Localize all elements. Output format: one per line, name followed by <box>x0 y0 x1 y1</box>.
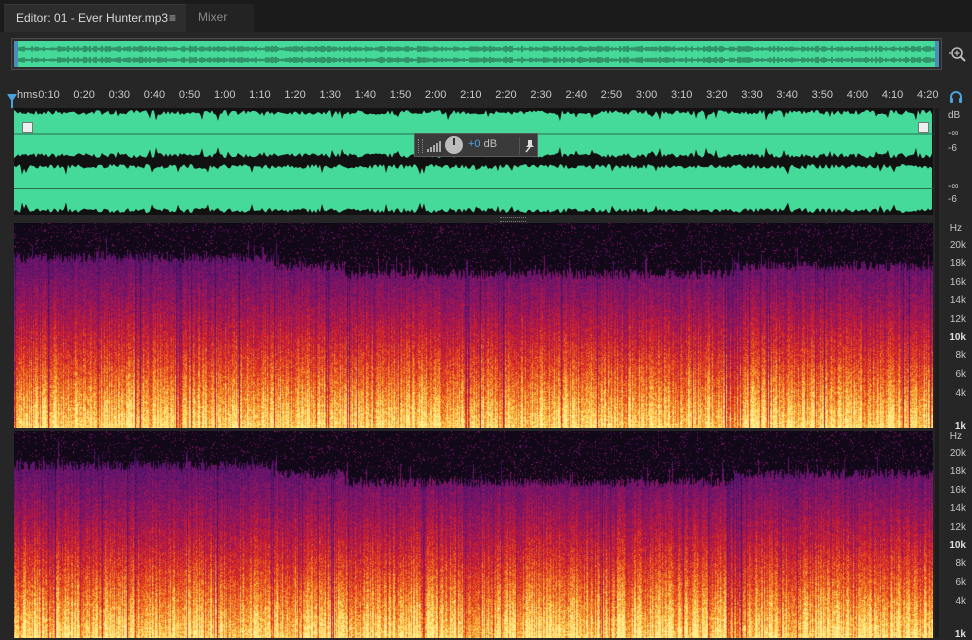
tab-editor-label: Editor: 01 - Ever Hunter.mp3 <box>16 11 169 25</box>
time-tick-label: 2:20 <box>495 89 517 101</box>
time-tick-label: 0:10 <box>38 89 60 101</box>
waveform-channels <box>14 108 933 215</box>
hz-tick-label: 10k <box>949 332 966 343</box>
gain-value: +0 <box>468 138 481 150</box>
zoom-navigator-icon[interactable] <box>948 44 968 64</box>
time-tick-label: 4:20 <box>917 89 939 101</box>
waveform-display[interactable] <box>14 108 933 215</box>
hz-tick-label: 18k <box>949 258 966 269</box>
time-tick-label: 3:30 <box>741 89 763 101</box>
hz-tick-label: 8k <box>955 350 966 361</box>
hud-grip[interactable] <box>418 139 423 153</box>
spectral-display-channel-2[interactable] <box>14 431 933 638</box>
hz-tick-label: 12k <box>949 314 966 325</box>
hz-tick-label: 16k <box>949 485 966 496</box>
fade-out-handle[interactable] <box>918 122 929 133</box>
hz-tick-label: 1k <box>954 629 966 640</box>
time-tick-label: 1:20 <box>284 89 306 101</box>
tab-bar: Editor: 01 - Ever Hunter.mp3 ≡ Mixer <box>0 0 972 33</box>
hz-tick-label: 20k <box>949 448 966 459</box>
hz-tick-label: 6k <box>955 577 966 588</box>
hud-gain-control[interactable]: +0 dB <box>414 133 538 157</box>
time-tick-label: 2:40 <box>565 89 587 101</box>
time-tick-label: 0:30 <box>108 89 131 101</box>
hz-tick-label: 20k <box>949 240 966 251</box>
time-tick-label: 2:10 <box>460 89 482 101</box>
frequency-ruler-channel-1: Hz 20k 18k 16k 14k 12k 10k 8k 6k 4k 1k <box>940 223 972 432</box>
headphones-icon[interactable] <box>948 89 964 105</box>
hz-tick-label: 6k <box>955 369 966 380</box>
db-label-ch1-m6: -6 <box>948 143 957 154</box>
hz-tick-label: 14k <box>949 295 966 306</box>
time-tick-label: 1:30 <box>319 89 341 101</box>
db-unit-label: dB <box>948 110 961 121</box>
db-label-ch2-m6: -6 <box>948 194 957 205</box>
time-tick-label: 2:00 <box>424 89 447 101</box>
hz-tick-label: 4k <box>955 596 966 607</box>
gain-knob[interactable] <box>445 136 463 154</box>
hz-tick-label: 16k <box>949 277 966 288</box>
time-tick-label: 4:00 <box>846 89 869 101</box>
panel-menu-icon[interactable]: ≡ <box>169 5 176 31</box>
time-unit-label: hms <box>17 89 38 101</box>
hz-tick-label: 4k <box>955 388 966 399</box>
time-tick-label: 2:50 <box>600 89 623 101</box>
playhead-line <box>11 100 13 108</box>
spectral-display-channel-1[interactable] <box>14 223 933 430</box>
hz-tick-label: 8k <box>955 558 966 569</box>
tab-editor[interactable]: Editor: 01 - Ever Hunter.mp3 ≡ <box>4 4 186 32</box>
hz-tick-label: 18k <box>949 466 966 477</box>
time-tick-label: 3:00 <box>635 89 658 101</box>
tab-mixer[interactable]: Mixer <box>186 4 254 32</box>
time-tick-label: 0:50 <box>178 89 201 101</box>
time-tick-label: 3:40 <box>776 89 798 101</box>
gain-unit: dB <box>480 138 498 150</box>
view-splitter[interactable] <box>14 216 933 222</box>
time-ruler[interactable]: hms 0:10 0:20 0:30 0:40 0:50 1:00 1:10 1:20 1:30… <box>0 86 940 108</box>
level-meter-icon <box>427 141 441 152</box>
db-label-ch2-inf: -∞ <box>948 181 959 192</box>
hz-tick-label: 14k <box>949 503 966 514</box>
time-tick-label: 4:10 <box>881 89 904 101</box>
time-tick-label: 0:20 <box>73 89 95 101</box>
gain-readout[interactable]: +0 dB <box>468 138 497 150</box>
overview-navigator[interactable] <box>11 38 942 70</box>
hz-unit-label: Hz <box>949 223 962 234</box>
time-tick-label: 3:50 <box>811 89 834 101</box>
hz-unit-label: Hz <box>949 431 962 442</box>
overview-waveform <box>14 41 939 67</box>
hud-separator <box>519 137 520 155</box>
pin-icon[interactable] <box>524 139 536 153</box>
time-tick-label: 1:50 <box>389 89 412 101</box>
time-tick-label: 2:30 <box>530 89 552 101</box>
hz-tick-label: 10k <box>949 540 966 551</box>
time-tick-label: 1:10 <box>249 89 271 101</box>
splitter-grip[interactable] <box>500 217 526 222</box>
time-tick-label: 3:10 <box>670 89 693 101</box>
hz-tick-label: 12k <box>949 522 966 533</box>
time-tick-label: 1:00 <box>214 89 236 101</box>
tab-mixer-label: Mixer <box>198 10 228 24</box>
amplitude-ruler: dB -∞ -6 -∞ -6 <box>940 108 972 215</box>
time-tick-label: 3:20 <box>706 89 728 101</box>
db-label-ch1-inf: -∞ <box>948 128 959 139</box>
frequency-ruler-channel-2: Hz 20k 18k 16k 14k 12k 10k 8k 6k 4k 1k <box>940 431 972 640</box>
fade-in-handle[interactable] <box>22 122 33 133</box>
time-tick-label: 1:40 <box>354 89 377 101</box>
time-tick-label: 0:40 <box>143 89 166 101</box>
vertical-edge <box>935 108 939 638</box>
